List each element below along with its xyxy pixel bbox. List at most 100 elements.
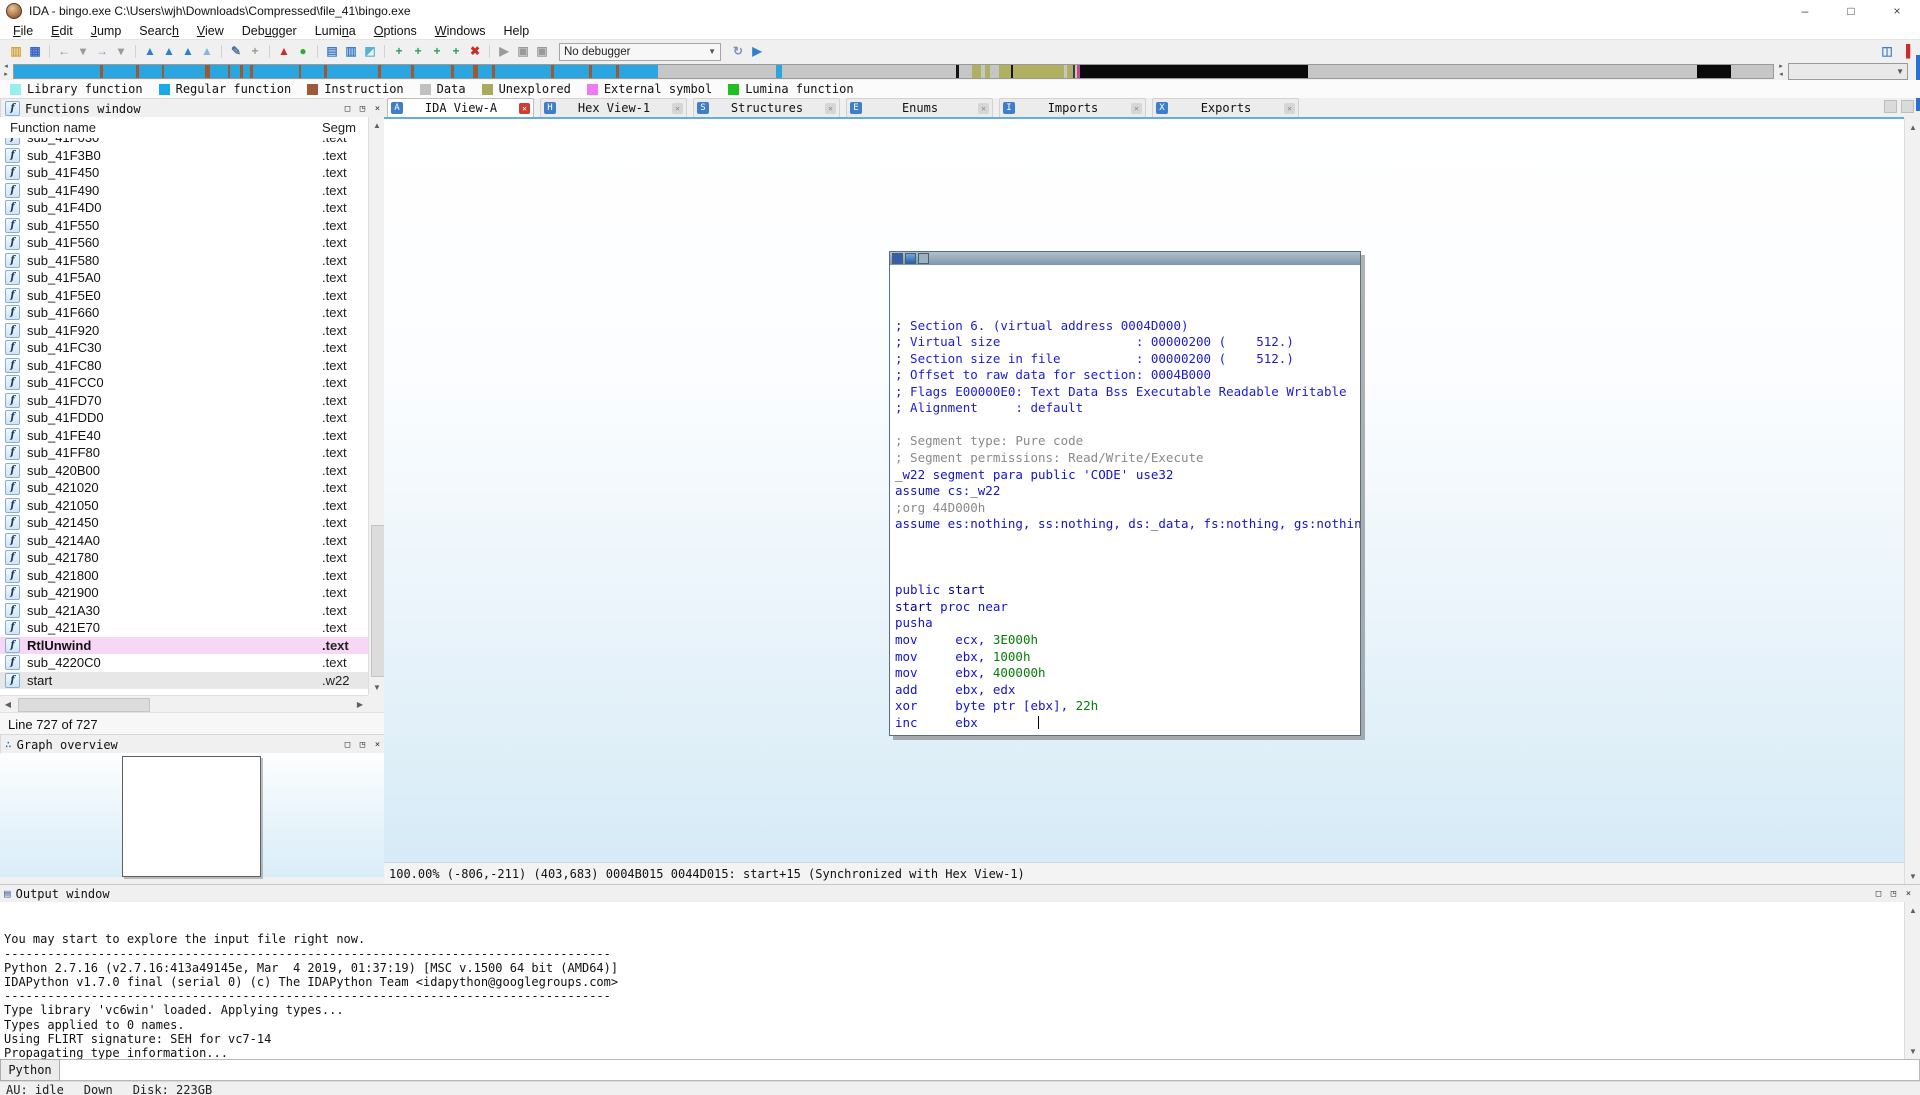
- navband-segment[interactable]: [210, 65, 228, 78]
- jump-name-icon[interactable]: ▲: [161, 43, 177, 60]
- close-panel-icon[interactable]: ×: [370, 104, 385, 114]
- menu-options[interactable]: Options: [365, 24, 426, 38]
- tab-list-icon[interactable]: [1884, 100, 1897, 113]
- navband-segment[interactable]: [592, 65, 617, 78]
- navband-segment[interactable]: [658, 65, 776, 78]
- attach-process-icon[interactable]: ▶: [749, 43, 765, 60]
- function-row[interactable]: f sub_421780 .text: [0, 549, 368, 567]
- python-input[interactable]: [60, 1059, 1920, 1081]
- function-row[interactable]: f RtlUnwind .text: [0, 637, 368, 655]
- navband-segment[interactable]: [782, 65, 956, 78]
- scroll-up-icon[interactable]: ▲: [1905, 119, 1920, 135]
- delete-icon[interactable]: ✖: [467, 43, 483, 60]
- function-row[interactable]: f sub_41F3B0 .text: [0, 147, 368, 165]
- function-row[interactable]: f sub_41F660 .text: [0, 304, 368, 322]
- forward-history-icon[interactable]: ▾: [113, 43, 129, 60]
- function-row[interactable]: f sub_421020 .text: [0, 479, 368, 497]
- code-line[interactable]: ; Virtual size : 00000200 ( 512.): [895, 334, 1360, 351]
- navband-segment[interactable]: [301, 65, 324, 78]
- toolbar-icon[interactable]: [269, 45, 270, 58]
- tab-close-icon[interactable]: ✕: [672, 103, 683, 114]
- scroll-up-icon[interactable]: ▲: [369, 117, 385, 133]
- menu-edit[interactable]: Edit: [42, 24, 82, 38]
- column-segment[interactable]: Segm: [322, 120, 368, 135]
- close-panel-icon[interactable]: ×: [1901, 889, 1916, 899]
- float-panel-icon[interactable]: ◳: [355, 104, 370, 114]
- function-row[interactable]: f sub_41F490 .text: [0, 182, 368, 200]
- ida-view-vertical-scrollbar[interactable]: ▲ ▼: [1904, 119, 1920, 884]
- navband-segment[interactable]: [327, 65, 378, 78]
- tab-detach-icon[interactable]: [1901, 100, 1914, 113]
- disassembly-window-titlebar[interactable]: [890, 252, 1360, 265]
- maximize-panel-icon[interactable]: □: [1871, 889, 1886, 899]
- functions-vertical-scrollbar[interactable]: ▲ ▼: [368, 117, 385, 695]
- function-row[interactable]: f sub_41F560 .text: [0, 234, 368, 252]
- scrollbar-thumb[interactable]: [371, 525, 385, 677]
- functions-horizontal-scrollbar[interactable]: ◀ ▶: [0, 695, 368, 713]
- code-line[interactable]: mov ecx, 3E000h: [895, 632, 1360, 649]
- hex-dump-icon[interactable]: ▤: [324, 43, 340, 60]
- navigate-forward-icon[interactable]: →: [94, 43, 110, 60]
- code-line[interactable]: ; Segment permissions: Read/Write/Execut…: [895, 450, 1360, 467]
- tab-hex-view-1[interactable]: H Hex View-1 ✕: [540, 98, 687, 117]
- code-line[interactable]: public start: [895, 582, 1360, 599]
- navband-segment[interactable]: [164, 65, 204, 78]
- scroll-down-icon[interactable]: ▼: [1905, 1043, 1920, 1059]
- navband-segment[interactable]: [1080, 65, 1309, 78]
- menu-file[interactable]: File: [4, 24, 42, 38]
- function-row[interactable]: f sub_41F580 .text: [0, 252, 368, 270]
- navband-segment[interactable]: [959, 65, 972, 78]
- output-vertical-scrollbar[interactable]: ▲ ▼: [1904, 902, 1920, 1059]
- scrollbar-thumb[interactable]: [18, 698, 150, 712]
- toolbar-icon[interactable]: [135, 45, 136, 58]
- graph-overview-viewport[interactable]: [122, 756, 261, 877]
- stop-analysis-icon[interactable]: ▲: [276, 43, 292, 60]
- breakpoint-add-icon[interactable]: +: [391, 43, 407, 60]
- tab-close-icon[interactable]: ✕: [978, 103, 989, 114]
- function-row[interactable]: f sub_421900 .text: [0, 584, 368, 602]
- analysis-indicator-icon[interactable]: ●: [295, 43, 311, 60]
- navband-scroll-right-icon[interactable]: ▸◂: [1776, 63, 1786, 79]
- code-line[interactable]: xor byte ptr [ebx], 22h: [895, 698, 1360, 715]
- code-line[interactable]: add ebx, edx: [895, 682, 1360, 699]
- navband-segment[interactable]: [619, 65, 659, 78]
- code-line[interactable]: assume es:nothing, ss:nothing, ds:_data,…: [895, 516, 1360, 533]
- code-line[interactable]: _w22 segment para public 'CODE' use32: [895, 467, 1360, 484]
- function-row[interactable]: f sub_41FCC0 .text: [0, 374, 368, 392]
- code-line[interactable]: mov ebx, 1000h: [895, 649, 1360, 666]
- navband-segment[interactable]: [1697, 65, 1730, 78]
- maximize-icon[interactable]: □: [1828, 0, 1874, 22]
- function-row[interactable]: f sub_420B00 .text: [0, 462, 368, 480]
- names-window-icon[interactable]: ◩: [362, 43, 378, 60]
- function-row[interactable]: f sub_4220C0 .text: [0, 654, 368, 672]
- trace-add-icon[interactable]: +: [429, 43, 445, 60]
- code-line[interactable]: pusha: [895, 615, 1360, 632]
- code-line[interactable]: ; Section size in file : 00000200 ( 512.…: [895, 351, 1360, 368]
- navband-segment[interactable]: [454, 65, 473, 78]
- minimize-icon[interactable]: –: [1782, 0, 1828, 22]
- function-row[interactable]: f sub_41F920 .text: [0, 322, 368, 340]
- navband-segment[interactable]: [972, 65, 981, 78]
- function-row[interactable]: f sub_41FC80 .text: [0, 357, 368, 375]
- menu-help[interactable]: Help: [495, 24, 539, 38]
- function-row[interactable]: f sub_421E70 .text: [0, 619, 368, 637]
- function-row[interactable]: f start .w22: [0, 672, 368, 690]
- tab-enums[interactable]: E Enums ✕: [846, 98, 993, 117]
- tab-close-icon[interactable]: ✕: [1131, 103, 1142, 114]
- structure-add-icon[interactable]: +: [448, 43, 464, 60]
- toolbar-icon[interactable]: [49, 45, 50, 58]
- code-line[interactable]: ; Offset to raw data for section: 0004B0…: [895, 367, 1360, 384]
- menu-lumina[interactable]: Lumina: [306, 24, 365, 38]
- navband-segment[interactable]: [243, 65, 251, 78]
- code-line[interactable]: [895, 549, 1360, 566]
- float-panel-icon[interactable]: ◳: [355, 740, 370, 750]
- menu-jump[interactable]: Jump: [82, 24, 131, 38]
- function-row[interactable]: f sub_421450 .text: [0, 514, 368, 532]
- function-row[interactable]: f sub_41F030 .text: [0, 138, 368, 147]
- function-row[interactable]: f sub_41F550 .text: [0, 217, 368, 235]
- code-line[interactable]: [895, 417, 1360, 434]
- python-interpreter-button[interactable]: Python: [0, 1059, 60, 1081]
- function-row[interactable]: f sub_41F5E0 .text: [0, 287, 368, 305]
- open-file-icon[interactable]: ▥: [8, 43, 24, 60]
- jump-function-icon[interactable]: ▲: [180, 43, 196, 60]
